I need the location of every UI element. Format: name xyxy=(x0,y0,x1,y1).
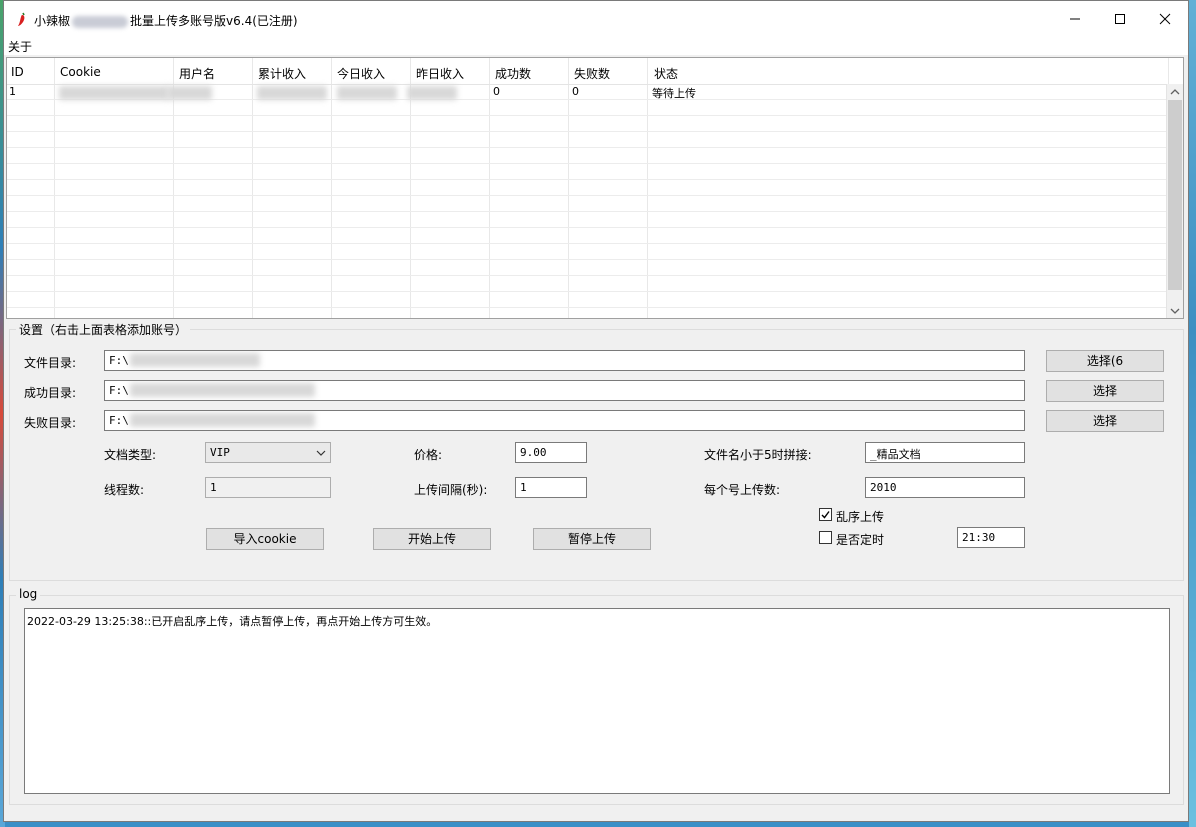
log-text: 2022-03-29 13:25:38::已开启乱序上传，请点暂停上传，再点开始… xyxy=(27,615,438,628)
success-dir-input[interactable]: F:\ xyxy=(104,380,1025,401)
scrollbar-thumb[interactable] xyxy=(1168,100,1182,290)
doc-type-label: 文档类型: xyxy=(104,448,157,462)
maximize-button[interactable] xyxy=(1097,1,1143,37)
desktop-background-right xyxy=(1189,0,1196,827)
redacted-path xyxy=(130,383,315,397)
success-dir-label: 成功目录: xyxy=(24,386,77,400)
interval-label: 上传间隔(秒): xyxy=(414,483,488,497)
time-input[interactable]: 21:30 xyxy=(957,527,1025,548)
table-row[interactable]: 1 0 0 等待上传 xyxy=(7,84,1169,100)
checkmark-icon xyxy=(821,511,830,519)
table-row[interactable] xyxy=(7,276,1169,292)
maximize-icon xyxy=(1115,14,1125,24)
menu-bar: 关于 xyxy=(4,37,1188,55)
choose-fail-dir-button[interactable]: 选择 xyxy=(1046,410,1164,432)
fail-dir-input[interactable]: F:\ xyxy=(104,410,1025,431)
file-dir-input[interactable]: F:\ xyxy=(104,350,1025,371)
table-row[interactable] xyxy=(7,212,1169,228)
header-success-count[interactable]: 成功数 xyxy=(495,65,531,82)
menu-about[interactable]: 关于 xyxy=(8,38,32,55)
chevron-down-icon xyxy=(316,450,326,456)
header-username[interactable]: 用户名 xyxy=(179,65,215,82)
concat-label: 文件名小于5时拼接: xyxy=(704,448,812,462)
redacted-cookie xyxy=(59,86,169,100)
header-status[interactable]: 状态 xyxy=(654,65,678,82)
table-row[interactable] xyxy=(7,244,1169,260)
choose-file-dir-button[interactable]: 选择(6 xyxy=(1046,350,1164,372)
header-today-income[interactable]: 今日收入 xyxy=(337,65,385,82)
import-cookie-button[interactable]: 导入cookie xyxy=(206,528,324,550)
cell-id: 1 xyxy=(9,85,16,98)
table-row[interactable] xyxy=(7,180,1169,196)
timed-label[interactable]: 是否定时 xyxy=(836,531,884,548)
redacted-path xyxy=(130,413,315,427)
log-textarea[interactable]: 2022-03-29 13:25:38::已开启乱序上传，请点暂停上传，再点开始… xyxy=(24,608,1170,794)
table-header: ID Cookie 用户名 累计收入 今日收入 昨日收入 成功数 失败数 状态 xyxy=(7,58,1169,85)
timed-checkbox[interactable] xyxy=(819,531,832,544)
shuffle-checkbox[interactable] xyxy=(819,508,832,521)
chili-pepper-icon xyxy=(18,12,25,26)
redacted-yesterday-income xyxy=(407,86,457,100)
file-dir-label: 文件目录: xyxy=(24,356,77,370)
header-id[interactable]: ID xyxy=(11,65,24,79)
table-row[interactable] xyxy=(7,100,1169,116)
cell-success-count: 0 xyxy=(493,85,500,98)
per-account-input[interactable]: 2010 xyxy=(865,477,1025,498)
minimize-icon xyxy=(1070,18,1080,20)
table-scrollbar[interactable] xyxy=(1166,84,1183,318)
minimize-button[interactable] xyxy=(1052,1,1098,37)
cell-fail-count: 0 xyxy=(572,85,579,98)
fail-dir-label: 失败目录: xyxy=(24,416,77,430)
settings-title: 设置（右击上面表格添加账号） xyxy=(16,321,191,338)
table-row[interactable] xyxy=(7,260,1169,276)
start-upload-button[interactable]: 开始上传 xyxy=(373,528,491,550)
threads-input[interactable]: 1 xyxy=(205,477,331,498)
price-input[interactable]: 9.00 xyxy=(515,442,587,463)
concat-input[interactable]: _精品文档 xyxy=(865,442,1025,463)
pause-upload-button[interactable]: 暂停上传 xyxy=(533,528,651,550)
table-row[interactable] xyxy=(7,292,1169,308)
scroll-down-icon[interactable] xyxy=(1170,306,1180,316)
header-yesterday-income[interactable]: 昨日收入 xyxy=(416,65,464,82)
close-button[interactable] xyxy=(1142,1,1188,37)
scroll-up-icon[interactable] xyxy=(1170,87,1180,97)
table-row[interactable] xyxy=(7,164,1169,180)
choose-success-dir-button[interactable]: 选择 xyxy=(1046,380,1164,402)
per-account-label: 每个号上传数: xyxy=(704,483,781,497)
table-row[interactable] xyxy=(7,116,1169,132)
close-icon xyxy=(1159,13,1171,25)
shuffle-label[interactable]: 乱序上传 xyxy=(836,508,884,525)
title-bar[interactable]: 小辣椒 批量上传多账号版v6.4(已注册) xyxy=(4,1,1188,37)
accounts-table[interactable]: ID Cookie 用户名 累计收入 今日收入 昨日收入 成功数 失败数 状态 … xyxy=(6,57,1184,319)
redacted-total-income xyxy=(257,86,327,100)
window-title: 小辣椒 批量上传多账号版v6.4(已注册) xyxy=(34,14,298,28)
interval-input[interactable]: 1 xyxy=(515,477,587,498)
redacted-today-income xyxy=(337,86,397,100)
log-title: log xyxy=(16,587,41,601)
redacted-text xyxy=(72,15,129,28)
threads-label: 线程数: xyxy=(104,483,145,497)
app-window: 小辣椒 批量上传多账号版v6.4(已注册) 关于 ID Cookie 用户名 累计… xyxy=(3,0,1189,822)
table-row[interactable] xyxy=(7,132,1169,148)
redacted-username xyxy=(167,86,212,100)
table-row[interactable] xyxy=(7,148,1169,164)
price-label: 价格: xyxy=(414,448,443,462)
header-fail-count[interactable]: 失败数 xyxy=(574,65,610,82)
doc-type-select[interactable]: VIP xyxy=(205,442,331,463)
cell-status: 等待上传 xyxy=(652,87,696,100)
table-row[interactable] xyxy=(7,228,1169,244)
header-cookie[interactable]: Cookie xyxy=(60,65,101,79)
redacted-path xyxy=(130,353,260,367)
header-total-income[interactable]: 累计收入 xyxy=(258,65,306,82)
table-row[interactable] xyxy=(7,196,1169,212)
